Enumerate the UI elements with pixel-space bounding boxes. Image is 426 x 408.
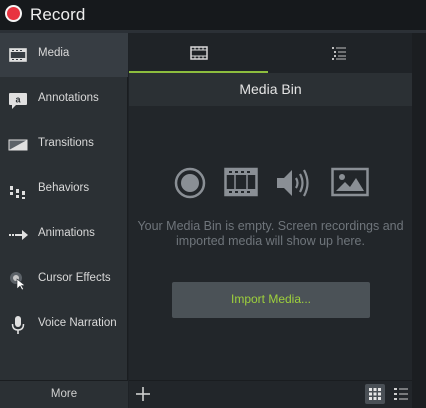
sidebar-item-label: Cursor Effects	[38, 272, 111, 284]
animation-arrow-icon	[9, 230, 28, 240]
grid-view-button[interactable]	[365, 384, 385, 404]
filmstrip-icon	[190, 46, 208, 60]
panel-edge	[412, 33, 426, 408]
sidebar-item-label: Media	[38, 47, 70, 59]
sidebar-item-label: Animations	[38, 227, 95, 239]
more-button[interactable]: More	[0, 380, 128, 408]
page-title: Media Bin	[239, 81, 302, 97]
sidebar-item-transitions[interactable]: Transitions	[0, 123, 128, 167]
cursor-icon	[10, 272, 26, 290]
empty-state-message: Your Media Bin is empty. Screen recordin…	[137, 219, 404, 248]
sidebar-item-label: Transitions	[38, 137, 94, 149]
sidebar-item-label: Annotations	[38, 92, 99, 104]
microphone-icon	[11, 316, 25, 334]
audio-icon	[277, 169, 309, 197]
sidebar-item-cursor-effects[interactable]: Cursor Effects	[0, 258, 128, 302]
top-bar: Record	[0, 0, 426, 31]
import-media-label: Import Media...	[230, 292, 312, 306]
grid-icon	[369, 388, 381, 400]
sidebar: Media a Annotations Transitions Behavior…	[0, 33, 128, 380]
more-label: More	[50, 388, 78, 400]
bottom-toolbar	[129, 380, 412, 408]
tab-media[interactable]	[129, 33, 268, 73]
record-button[interactable]	[5, 5, 22, 22]
view-tabs	[129, 33, 412, 73]
transition-icon	[8, 139, 28, 151]
sidebar-item-animations[interactable]: Animations	[0, 213, 128, 257]
import-media-button[interactable]: Import Media...	[172, 282, 370, 318]
list-icon	[394, 388, 408, 400]
sidebar-item-label: Behaviors	[38, 182, 90, 194]
image-icon	[331, 167, 369, 197]
add-icon[interactable]	[134, 385, 152, 403]
sidebar-item-label: Voice Narration	[38, 317, 117, 329]
tab-library[interactable]	[270, 33, 409, 73]
record-label[interactable]: Record	[30, 5, 85, 25]
record-dot-icon	[7, 7, 20, 20]
behaviors-icon	[10, 186, 25, 199]
annotation-icon: a	[9, 93, 27, 109]
media-bin-header: Media Bin	[129, 73, 412, 106]
sidebar-item-voice-narration[interactable]: Voice Narration	[0, 303, 128, 347]
list-icon	[332, 47, 346, 60]
sidebar-item-media[interactable]: Media	[0, 33, 128, 77]
video-icon	[224, 167, 258, 197]
sidebar-item-annotations[interactable]: a Annotations	[0, 78, 128, 122]
list-view-button[interactable]	[391, 384, 411, 404]
media-type-icons	[129, 167, 412, 201]
media-panel: Media Bin Your Media Bin is empty. Scree…	[129, 33, 412, 380]
record-icon	[174, 167, 206, 199]
filmstrip-icon	[9, 48, 27, 62]
sidebar-item-behaviors[interactable]: Behaviors	[0, 168, 128, 212]
